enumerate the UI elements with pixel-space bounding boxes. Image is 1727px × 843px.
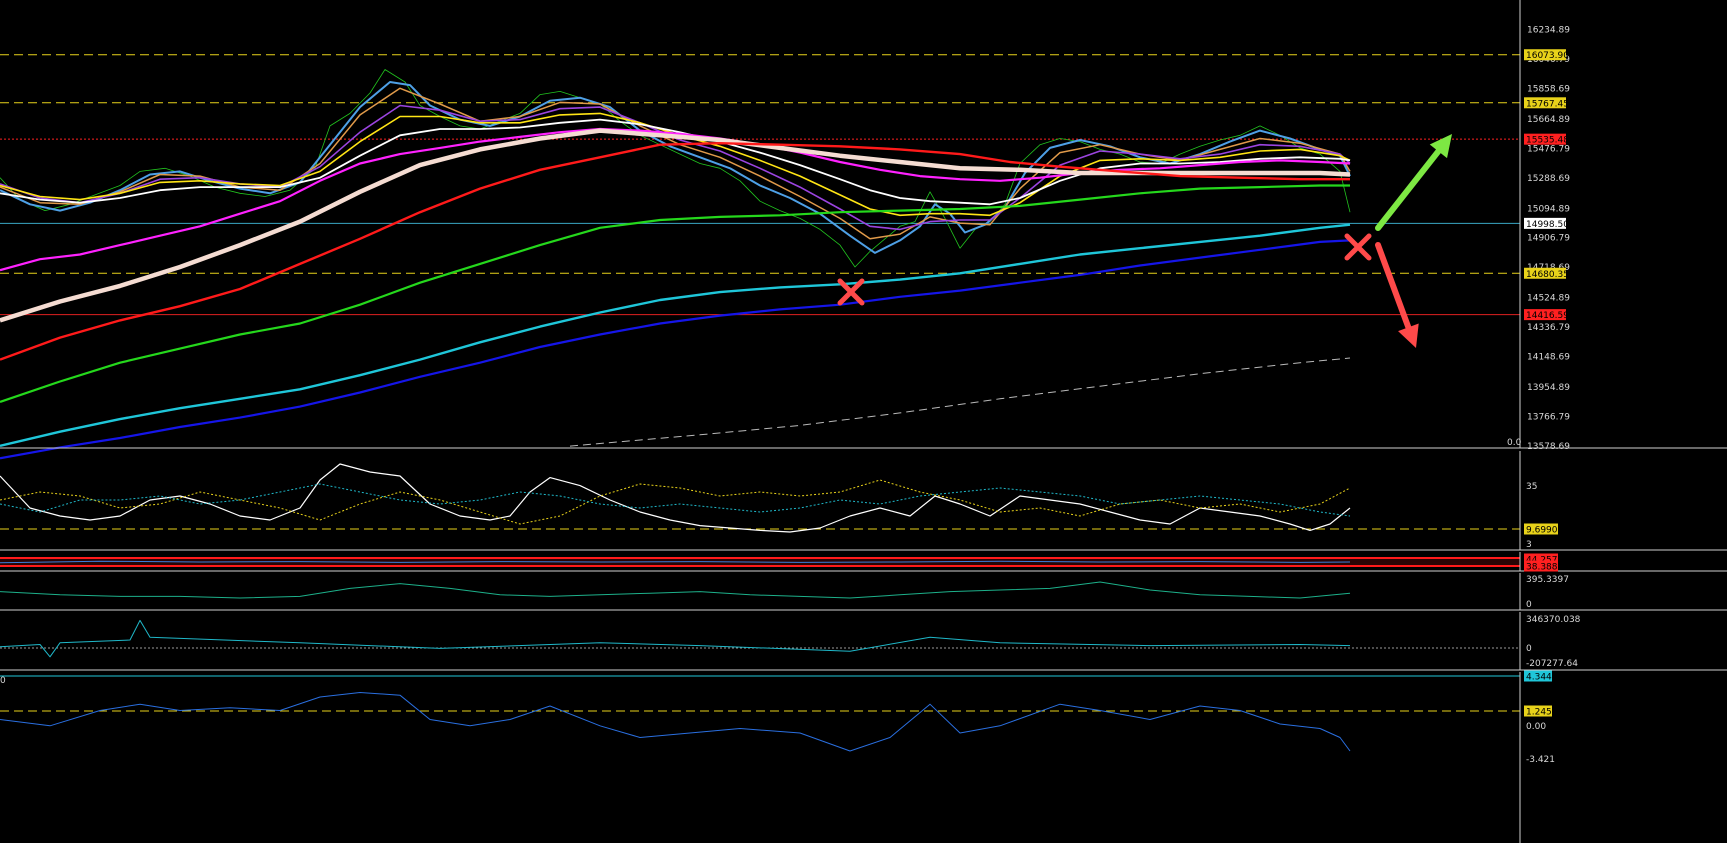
mom-corner-label: 0	[0, 676, 6, 686]
osc-bottom-label: 3	[1526, 540, 1532, 550]
price-tick-label-14: 13578.69	[1527, 442, 1570, 452]
price-level-badge-1: 15767.45	[1526, 99, 1569, 109]
flow-top-label: 346370.038	[1526, 615, 1581, 625]
price-tick-label-9: 14524.89	[1527, 294, 1570, 304]
price-tick-label-10: 14336.79	[1527, 323, 1570, 333]
price-tick-label-3: 15664.89	[1527, 115, 1570, 125]
price-level-badge-0: 16073.90	[1526, 51, 1569, 61]
price-tick-label-11: 14148.69	[1527, 353, 1570, 363]
mom-top-badge: 4.344	[1526, 673, 1552, 683]
vol-top-label: 395.3397	[1526, 575, 1569, 585]
price-tick-label-5: 15288.69	[1527, 174, 1570, 184]
trading-chart[interactable]: 16234.8916046.7915858.6915664.8915476.79…	[0, 0, 1727, 843]
price-tick-label-12: 13954.89	[1527, 383, 1570, 393]
band-lower-badge: 38.3887	[1526, 563, 1563, 573]
price-tick-label-7: 14906.79	[1527, 234, 1570, 244]
price-level-badge-3: 14998.50	[1526, 220, 1569, 230]
price-tick-label-0: 16234.89	[1527, 25, 1570, 35]
price-level-badge-4: 14680.35	[1526, 270, 1569, 280]
flow-bottom-label: -207277.64	[1526, 659, 1578, 669]
vol-bottom-label: 0	[1526, 600, 1532, 610]
mom-mid-label: 0.00	[1526, 722, 1546, 732]
price-level-badge-5: 14416.59	[1526, 311, 1569, 321]
price-corner-label: 0.0	[1507, 438, 1522, 448]
mom-level-badge: 1.245	[1526, 708, 1552, 718]
flow-zero-label: 0	[1526, 644, 1532, 654]
osc-level-badge: 9.6990	[1526, 526, 1558, 536]
price-tick-label-6: 15094.89	[1527, 204, 1570, 214]
chart-background	[0, 0, 1727, 843]
price-level-badge-2: 15535.48	[1526, 136, 1569, 146]
osc-top-label: 35	[1526, 482, 1537, 492]
mom-bottom-label: -3.421	[1526, 755, 1555, 765]
price-tick-label-13: 13766.79	[1527, 413, 1570, 423]
price-tick-label-4: 15476.79	[1527, 144, 1570, 154]
price-tick-label-2: 15858.69	[1527, 84, 1570, 94]
